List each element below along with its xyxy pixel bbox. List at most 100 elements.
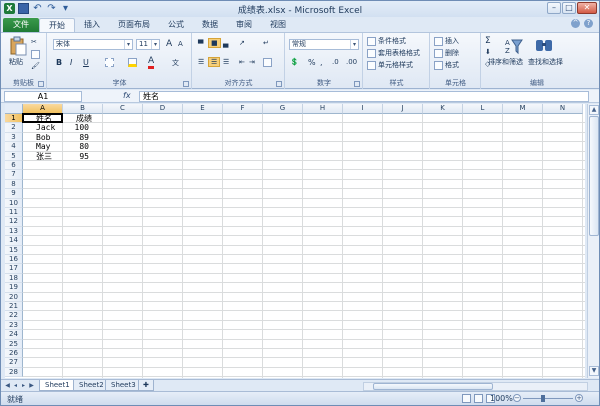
sheet-tab-3[interactable]: Sheet3 — [105, 380, 142, 391]
increase-indent-icon[interactable]: ⇥ — [249, 58, 255, 66]
row-header[interactable]: 19 — [5, 283, 23, 293]
zoom-out-button[interactable]: − — [513, 394, 521, 402]
bold-button[interactable]: B — [56, 58, 62, 67]
column-header[interactable]: G — [263, 104, 303, 114]
row-header[interactable]: 1 — [5, 114, 23, 124]
cell-a3[interactable]: Bob — [36, 133, 63, 142]
sort-filter-button[interactable]: 排序和筛选 — [488, 57, 523, 67]
row-header[interactable]: 5 — [5, 151, 23, 161]
row-header[interactable]: 26 — [5, 349, 23, 359]
align-middle-icon[interactable]: ■ — [208, 38, 221, 48]
name-box[interactable]: A1 — [4, 91, 82, 102]
currency-icon[interactable]: 💲 — [290, 58, 299, 66]
normal-view-icon[interactable] — [462, 394, 471, 403]
close-button[interactable]: ✕ — [577, 2, 597, 14]
cell-b1[interactable]: 成绩 — [76, 114, 103, 123]
row-header[interactable]: 7 — [5, 170, 23, 180]
conditional-format-button[interactable]: 条件格式 — [367, 36, 406, 46]
column-header[interactable]: E — [183, 104, 223, 114]
align-top-icon[interactable]: ▀ — [198, 40, 203, 48]
format-painter-icon[interactable]: 🖌 — [31, 62, 40, 70]
tab-data[interactable]: 数据 — [193, 18, 227, 32]
zoom-in-button[interactable]: + — [575, 394, 583, 402]
cell-a2[interactable]: Jack — [36, 123, 63, 132]
vertical-scroll-thumb[interactable] — [589, 116, 599, 236]
align-left-icon[interactable]: ☰ — [198, 58, 204, 66]
zoom-slider[interactable] — [523, 398, 573, 399]
cell-styles-button[interactable]: 单元格样式 — [367, 60, 413, 70]
row-header[interactable]: 14 — [5, 236, 23, 246]
orientation-icon[interactable]: ↗ — [239, 39, 245, 47]
vertical-scrollbar[interactable]: ▲ ▼ — [587, 104, 599, 378]
column-header[interactable]: I — [343, 104, 383, 114]
grow-font-button[interactable]: A — [166, 39, 172, 49]
copy-icon[interactable] — [31, 50, 40, 59]
cell-b2[interactable]: 100 — [63, 123, 89, 132]
cell-b4[interactable]: 80 — [63, 142, 89, 151]
align-center-icon[interactable]: ☰ — [208, 57, 221, 67]
formula-input[interactable]: 姓名 — [139, 91, 589, 102]
fill-color-icon[interactable] — [128, 58, 137, 67]
insert-cells-button[interactable]: 插入 — [434, 36, 459, 46]
last-sheet-icon[interactable]: ▶ — [28, 382, 35, 390]
row-header[interactable]: 9 — [5, 189, 23, 199]
column-header[interactable]: J — [383, 104, 423, 114]
font-launcher-icon[interactable] — [183, 81, 189, 87]
clipboard-launcher-icon[interactable] — [38, 81, 44, 87]
cell-b3[interactable]: 89 — [63, 133, 89, 142]
paste-icon[interactable] — [8, 36, 28, 56]
row-header[interactable]: 15 — [5, 245, 23, 255]
tab-insert[interactable]: 插入 — [75, 18, 109, 32]
tab-home[interactable]: 开始 — [39, 18, 75, 32]
tab-formulas[interactable]: 公式 — [159, 18, 193, 32]
number-launcher-icon[interactable] — [354, 81, 360, 87]
scroll-down-icon[interactable]: ▼ — [589, 366, 599, 376]
find-select-icon[interactable] — [534, 36, 554, 56]
border-icon[interactable] — [105, 58, 114, 67]
underline-button[interactable]: U — [83, 58, 89, 67]
increase-decimal-icon[interactable]: .0 — [332, 58, 339, 66]
fill-icon[interactable]: ⬇ — [485, 48, 491, 56]
font-size-select[interactable]: 11 ▾ — [136, 39, 160, 50]
horizontal-scroll-thumb[interactable] — [373, 383, 493, 390]
row-header[interactable]: 13 — [5, 226, 23, 237]
zoom-slider-knob[interactable] — [541, 395, 545, 402]
zoom-level[interactable]: 100% — [490, 394, 513, 403]
row-header[interactable]: 20 — [5, 292, 23, 302]
select-all-corner[interactable] — [5, 104, 23, 114]
align-bottom-icon[interactable]: ▄ — [223, 40, 228, 48]
row-header[interactable]: 27 — [5, 358, 23, 368]
row-header[interactable]: 22 — [5, 311, 23, 321]
column-header[interactable]: C — [103, 104, 143, 114]
row-header[interactable]: 23 — [5, 320, 23, 331]
column-header[interactable]: H — [303, 104, 343, 114]
column-header[interactable]: K — [423, 104, 463, 114]
insert-function-icon[interactable]: fx — [123, 91, 131, 100]
merge-center-icon[interactable] — [263, 58, 272, 67]
font-name-select[interactable]: 宋体 ▾ — [53, 39, 133, 50]
row-header[interactable]: 24 — [5, 330, 23, 340]
row-header[interactable]: 16 — [5, 255, 23, 265]
row-header[interactable]: 3 — [5, 132, 23, 143]
comma-button[interactable]: , — [320, 58, 323, 67]
new-sheet-icon[interactable]: ✚ — [138, 380, 154, 391]
decrease-indent-icon[interactable]: ⇤ — [239, 58, 245, 66]
wrap-text-icon[interactable]: ↵ — [263, 39, 269, 47]
row-header[interactable]: 6 — [5, 161, 23, 171]
column-header[interactable]: F — [223, 104, 263, 114]
decrease-decimal-icon[interactable]: .00 — [346, 58, 357, 66]
column-header[interactable]: D — [143, 104, 183, 114]
align-right-icon[interactable]: ☰ — [223, 58, 229, 66]
first-sheet-icon[interactable]: ◀ — [4, 382, 11, 390]
shrink-font-button[interactable]: A — [178, 40, 183, 48]
delete-cells-button[interactable]: 删除 — [434, 48, 459, 58]
tab-review[interactable]: 审阅 — [227, 18, 261, 32]
help-icon[interactable]: ? — [584, 19, 593, 28]
row-header[interactable]: 4 — [5, 142, 23, 152]
sheet-tab-1[interactable]: Sheet1 — [39, 380, 76, 391]
column-header[interactable]: L — [463, 104, 503, 114]
tab-page-layout[interactable]: 页面布局 — [109, 18, 159, 32]
column-header[interactable]: M — [503, 104, 543, 114]
sort-filter-icon[interactable]: A Z — [504, 36, 524, 56]
alignment-launcher-icon[interactable] — [276, 81, 282, 87]
